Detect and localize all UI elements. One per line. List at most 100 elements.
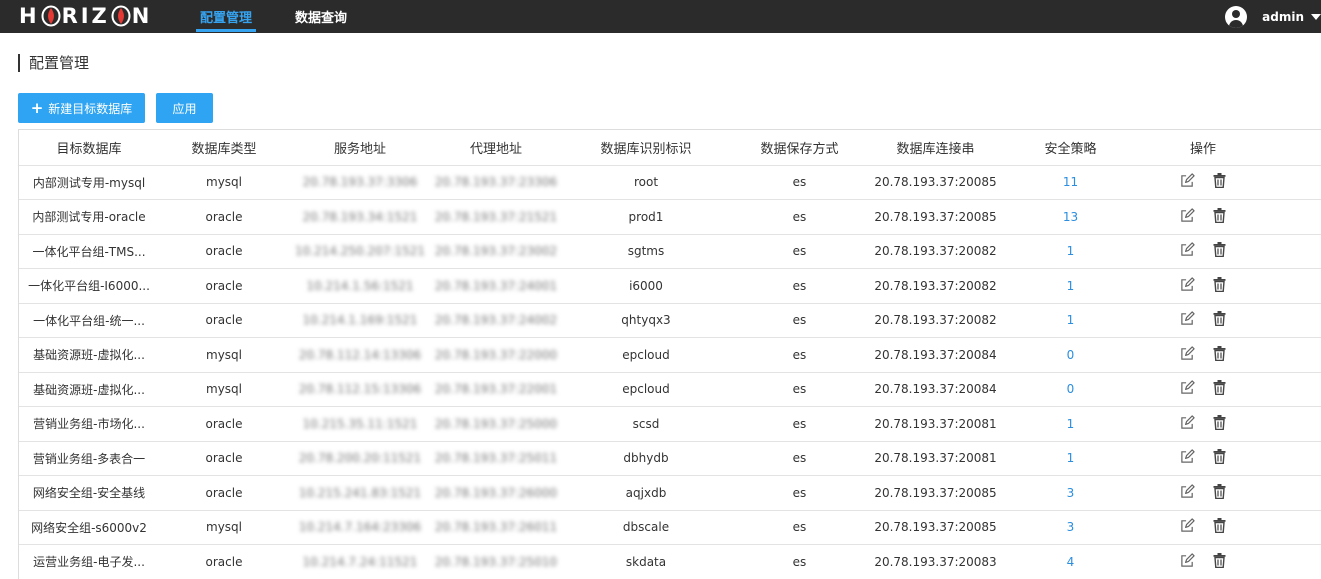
- cell-security-policy[interactable]: 1: [1003, 441, 1138, 476]
- cell-security-policy[interactable]: 0: [1003, 337, 1138, 373]
- edit-icon[interactable]: [1180, 242, 1195, 257]
- cell-proxy-address-text: 20.78.193.37:26000: [434, 485, 558, 500]
- cell-proxy-address-text: 20.78.193.37:21521: [434, 209, 558, 224]
- cell-security-policy[interactable]: 3: [1003, 475, 1138, 511]
- cell-spacer: [1268, 475, 1321, 511]
- plus-icon: +: [30, 99, 44, 117]
- cell-security-policy[interactable]: 1: [1003, 234, 1138, 269]
- cell-security-policy[interactable]: 1: [1003, 303, 1138, 338]
- cell-spacer: [1268, 268, 1321, 304]
- trash-icon[interactable]: [1213, 345, 1226, 361]
- cell-db-identifier: sgtms: [561, 234, 731, 269]
- cell-proxy-address: 20.78.193.37:24001: [431, 268, 561, 304]
- cell-db-identifier-text: dbscale: [622, 520, 670, 535]
- column-header-security-policy: 安全策略: [1003, 130, 1138, 166]
- cell-connection-string: 20.78.193.37:20085: [868, 165, 1003, 200]
- cell-target-db: 基础资源班-虚拟化...: [19, 372, 159, 407]
- trash-icon[interactable]: [1213, 242, 1226, 258]
- cell-security-policy[interactable]: 1: [1003, 406, 1138, 442]
- table-row: 网络安全组-s6000v2 mysql 10.214.7.164:23306 20.7…: [19, 510, 1321, 545]
- cell-security-policy[interactable]: 1: [1003, 268, 1138, 304]
- cell-spacer: [1268, 165, 1321, 200]
- trash-icon[interactable]: [1213, 173, 1226, 189]
- user-menu[interactable]: admin: [1225, 0, 1321, 33]
- trash-icon[interactable]: [1213, 518, 1226, 534]
- cell-proxy-address-text: 20.78.193.37:26011: [434, 520, 558, 535]
- cell-actions: [1138, 510, 1268, 545]
- cell-service-address-text: 20.78.112.15:13306: [298, 382, 422, 397]
- edit-icon[interactable]: [1180, 173, 1195, 188]
- cell-security-policy[interactable]: 4: [1003, 544, 1138, 579]
- column-header-db-identifier: 数据库识别标识: [561, 130, 731, 166]
- row-actions: [1180, 414, 1226, 430]
- edit-icon[interactable]: [1180, 277, 1195, 292]
- trash-icon[interactable]: [1213, 380, 1226, 396]
- cell-service-address: 10.214.1.56:1521: [289, 268, 431, 304]
- cell-security-policy[interactable]: 11: [1003, 165, 1138, 200]
- trash-icon[interactable]: [1213, 207, 1226, 223]
- edit-icon[interactable]: [1180, 415, 1195, 430]
- trash-icon[interactable]: [1213, 483, 1226, 499]
- new-target-database-button[interactable]: + 新建目标数据库: [18, 93, 145, 123]
- cell-target-db: 一体化平台组-TMS...: [19, 234, 159, 269]
- cell-connection-string-text: 20.78.193.37:20085: [874, 175, 997, 190]
- cell-db-identifier-text: prod1: [628, 209, 664, 224]
- cell-db-type: oracle: [159, 268, 289, 304]
- edit-icon[interactable]: [1180, 311, 1195, 326]
- edit-icon[interactable]: [1180, 553, 1195, 568]
- trash-icon[interactable]: [1213, 276, 1226, 292]
- trash-icon[interactable]: [1213, 311, 1226, 327]
- cell-db-identifier-text: scsd: [632, 416, 660, 431]
- cell-db-identifier: dbscale: [561, 510, 731, 545]
- nav-config-management[interactable]: 配置管理: [195, 0, 257, 33]
- cell-proxy-address-text: 20.78.193.37:22000: [434, 347, 558, 362]
- nav-data-query[interactable]: 数据查询: [295, 0, 347, 33]
- edit-icon[interactable]: [1180, 449, 1195, 464]
- horizon-logo[interactable]: H RIZ N: [19, 3, 152, 29]
- trash-icon[interactable]: [1213, 552, 1226, 568]
- cell-target-db-text: 一体化平台组-TMS...: [32, 244, 146, 259]
- cell-proxy-address-text: 20.78.193.37:24002: [434, 313, 558, 328]
- cell-connection-string-text: 20.78.193.37:20082: [874, 313, 997, 328]
- edit-icon[interactable]: [1180, 346, 1195, 361]
- cell-storage-mode-text: es: [792, 485, 807, 500]
- cell-db-type-text: oracle: [205, 416, 243, 431]
- cell-proxy-address: 20.78.193.37:22000: [431, 337, 561, 373]
- table-row: 一体化平台组-统一... oracle 10.214.1.169:1521 20.78…: [19, 303, 1321, 338]
- trash-icon[interactable]: [1213, 449, 1226, 465]
- cell-connection-string-text: 20.78.193.37:20085: [874, 485, 997, 500]
- cell-proxy-address: 20.78.193.37:25000: [431, 406, 561, 442]
- cell-connection-string-text: 20.78.193.37:20085: [874, 520, 997, 535]
- edit-icon[interactable]: [1180, 380, 1195, 395]
- cell-db-identifier: root: [561, 165, 731, 200]
- cell-storage-mode: es: [731, 544, 868, 579]
- edit-icon[interactable]: [1180, 208, 1195, 223]
- cell-storage-mode-text: es: [792, 175, 807, 190]
- cell-target-db-text: 基础资源班-虚拟化...: [33, 348, 145, 363]
- apply-button[interactable]: 应用: [156, 93, 213, 123]
- table-row: 运营业务组-电子发... oracle 10.214.7.24:11521 20.78…: [19, 544, 1321, 579]
- cell-connection-string: 20.78.193.37:20084: [868, 337, 1003, 373]
- edit-icon[interactable]: [1180, 484, 1195, 499]
- page-title: 配置管理: [18, 54, 89, 72]
- cell-spacer: [1268, 303, 1321, 338]
- cell-security-policy[interactable]: 0: [1003, 372, 1138, 407]
- table-row: 基础资源班-虚拟化... mysql 20.78.112.15:13306 20.78…: [19, 372, 1321, 407]
- cell-security-policy[interactable]: 3: [1003, 510, 1138, 545]
- cell-storage-mode: es: [731, 372, 868, 407]
- cell-target-db: 内部测试专用-mysql: [19, 165, 159, 200]
- cell-db-type: oracle: [159, 199, 289, 235]
- cell-security-policy[interactable]: 13: [1003, 199, 1138, 235]
- cell-service-address-text: 10.215.35.11:1521: [302, 416, 418, 431]
- edit-icon[interactable]: [1180, 518, 1195, 533]
- cell-db-type-text: oracle: [205, 313, 243, 328]
- cell-proxy-address-text: 20.78.193.37:24001: [434, 278, 558, 293]
- trash-icon[interactable]: [1213, 414, 1226, 430]
- cell-db-type: oracle: [159, 544, 289, 579]
- cell-storage-mode: es: [731, 475, 868, 511]
- cell-db-type-text: oracle: [205, 485, 243, 500]
- cell-proxy-address: 20.78.193.37:26011: [431, 510, 561, 545]
- cell-service-address: 20.78.193.37:3306: [289, 165, 431, 200]
- logo-o-mark-icon: [41, 5, 61, 27]
- cell-service-address-text: 10.214.250.207:1521: [294, 244, 425, 259]
